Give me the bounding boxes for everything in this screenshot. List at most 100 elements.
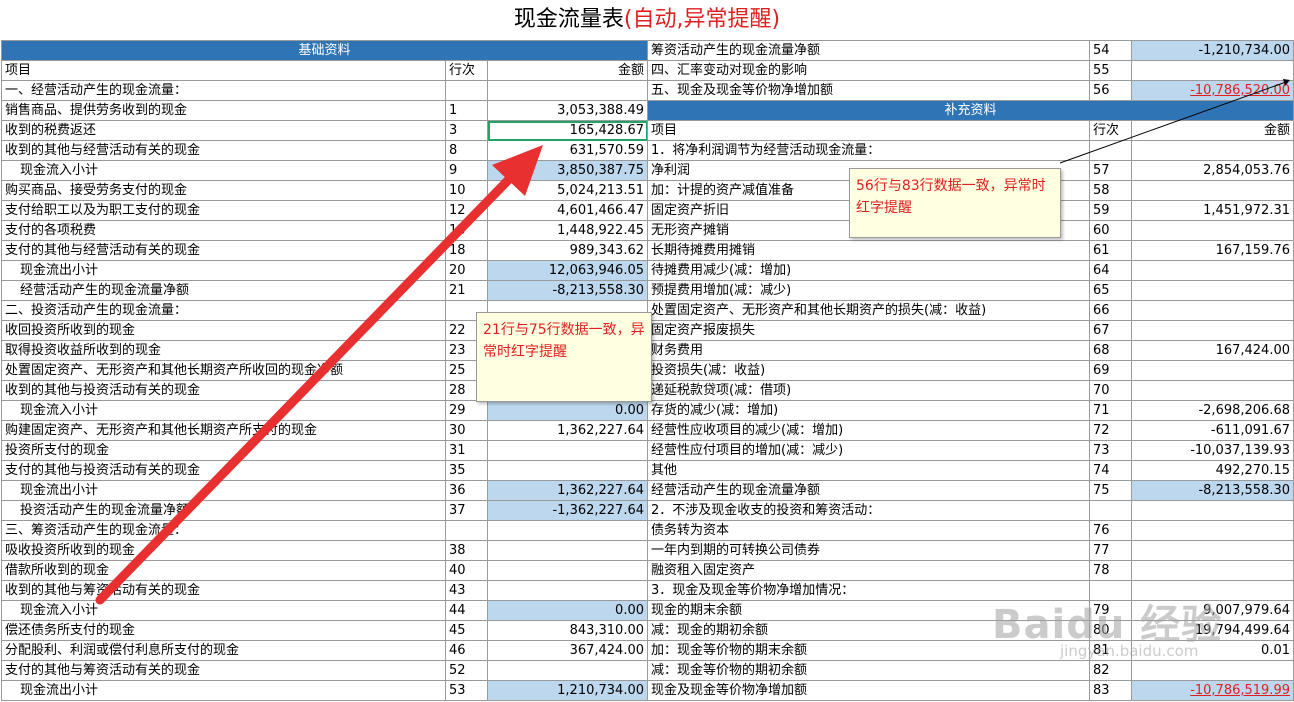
item-cell[interactable]: 经营性应付项目的增加(减：减少) — [647, 440, 1090, 461]
item-cell[interactable]: 经营活动产生的现金流量净额 — [1, 280, 446, 301]
row-number-cell[interactable]: 61 — [1089, 240, 1132, 261]
amount-cell[interactable] — [1131, 380, 1294, 401]
item-cell[interactable]: 支付给职工以及为职工支付的现金 — [1, 200, 446, 221]
item-cell[interactable]: 支付的其他与筹资活动有关的现金 — [1, 660, 446, 681]
row-number-cell[interactable]: 74 — [1089, 460, 1132, 481]
amount-cell[interactable] — [487, 460, 648, 481]
item-cell[interactable]: 筹资活动产生的现金流量净额 — [647, 40, 1090, 61]
row-number-cell[interactable]: 73 — [1089, 440, 1132, 461]
amount-cell[interactable] — [487, 520, 648, 541]
amount-cell[interactable]: 2,854,053.76 — [1131, 160, 1294, 181]
item-cell[interactable]: 支付的其他与投资活动有关的现金 — [1, 460, 446, 481]
item-cell[interactable]: 财务费用 — [647, 340, 1090, 361]
amount-cell[interactable] — [1131, 140, 1294, 161]
amount-cell[interactable]: -10,037,139.93 — [1131, 440, 1294, 461]
item-cell[interactable]: 投资损失(减：收益) — [647, 360, 1090, 381]
amount-cell[interactable]: 1,362,227.64 — [487, 420, 648, 441]
row-number-cell[interactable]: 71 — [1089, 400, 1132, 421]
row-number-cell[interactable]: 10 — [445, 180, 488, 201]
item-cell[interactable]: 取得投资收益所收到的现金 — [1, 340, 446, 361]
amount-cell[interactable]: 165,428.67 — [487, 120, 648, 141]
item-cell[interactable]: 待摊费用减少(减：增加) — [647, 260, 1090, 281]
item-cell[interactable]: 投资活动产生的现金流量净额 — [1, 500, 446, 521]
amount-cell[interactable] — [1131, 320, 1294, 341]
row-number-cell[interactable]: 40 — [445, 560, 488, 581]
amount-cell[interactable] — [487, 80, 648, 101]
amount-cell[interactable]: 1,210,734.00 — [487, 680, 648, 701]
amount-cell[interactable] — [1131, 60, 1294, 81]
amount-cell[interactable]: 167,159.76 — [1131, 240, 1294, 261]
amount-cell[interactable]: -1,210,734.00 — [1131, 40, 1294, 61]
row-number-cell[interactable]: 8 — [445, 140, 488, 161]
item-cell[interactable]: 现金流出小计 — [1, 680, 446, 701]
row-number-cell[interactable]: 36 — [445, 480, 488, 501]
row-number-cell[interactable]: 18 — [445, 240, 488, 261]
item-cell[interactable]: 收到的其他与筹资活动有关的现金 — [1, 580, 446, 601]
item-cell[interactable]: 收到的其他与投资活动有关的现金 — [1, 380, 446, 401]
amount-cell[interactable] — [487, 540, 648, 561]
item-cell[interactable]: 支付的各项税费 — [1, 220, 446, 241]
amount-cell[interactable]: 367,424.00 — [487, 640, 648, 661]
amount-cell[interactable] — [1131, 260, 1294, 281]
row-number-cell[interactable]: 12 — [445, 200, 488, 221]
item-cell[interactable]: 一、经营活动产生的现金流量： — [1, 80, 446, 101]
amount-cell[interactable] — [487, 580, 648, 601]
item-cell[interactable]: 收到的其他与经营活动有关的现金 — [1, 140, 446, 161]
row-number-cell[interactable]: 83 — [1089, 680, 1132, 701]
row-number-cell[interactable] — [1089, 500, 1132, 521]
item-cell[interactable]: 现金流入小计 — [1, 600, 446, 621]
row-number-cell[interactable]: 43 — [445, 580, 488, 601]
item-cell[interactable]: 债务转为资本 — [647, 520, 1090, 541]
row-number-cell[interactable]: 9 — [445, 160, 488, 181]
comment-note-56-83[interactable]: 56行与83行数据一致，异常时红字提醒 — [849, 168, 1061, 238]
row-number-cell[interactable]: 64 — [1089, 260, 1132, 281]
amount-cell[interactable]: 167,424.00 — [1131, 340, 1294, 361]
row-number-cell[interactable]: 68 — [1089, 340, 1132, 361]
row-number-cell[interactable]: 20 — [445, 260, 488, 281]
item-cell[interactable]: 2．不涉及现金收支的投资和筹资活动： — [647, 500, 1090, 521]
item-cell[interactable]: 五、现金及现金等价物净增加额 — [647, 80, 1090, 101]
row-number-cell[interactable]: 65 — [1089, 280, 1132, 301]
item-cell[interactable]: 偿还债务所支付的现金 — [1, 620, 446, 641]
amount-cell[interactable] — [1131, 500, 1294, 521]
row-number-cell[interactable]: 21 — [445, 280, 488, 301]
item-cell[interactable]: 固定资产报废损失 — [647, 320, 1090, 341]
item-cell[interactable]: 销售商品、提供劳务收到的现金 — [1, 100, 446, 121]
amount-cell[interactable]: 1,362,227.64 — [487, 480, 648, 501]
item-cell[interactable]: 投资所支付的现金 — [1, 440, 446, 461]
row-number-cell[interactable]: 70 — [1089, 380, 1132, 401]
amount-cell[interactable] — [1131, 220, 1294, 241]
amount-cell[interactable]: 0.00 — [487, 600, 648, 621]
row-number-cell[interactable]: 46 — [445, 640, 488, 661]
row-number-cell[interactable] — [445, 520, 488, 541]
item-cell[interactable]: 减：现金等价物的期初余额 — [647, 660, 1090, 681]
row-number-cell[interactable]: 55 — [1089, 60, 1132, 81]
row-number-cell[interactable]: 31 — [445, 440, 488, 461]
amount-cell[interactable]: -8,213,558.30 — [487, 280, 648, 301]
row-number-cell[interactable]: 44 — [445, 600, 488, 621]
item-cell[interactable]: 购建固定资产、无形资产和其他长期资产所支付的现金 — [1, 420, 446, 441]
row-number-cell[interactable]: 35 — [445, 460, 488, 481]
amount-cell[interactable]: 3,850,387.75 — [487, 160, 648, 181]
row-number-cell[interactable]: 77 — [1089, 540, 1132, 561]
amount-cell[interactable] — [1131, 660, 1294, 681]
amount-cell[interactable] — [1131, 280, 1294, 301]
item-cell[interactable]: 长期待摊费用摊销 — [647, 240, 1090, 261]
row-number-cell[interactable]: 56 — [1089, 80, 1132, 101]
amount-cell[interactable]: 3,053,388.49 — [487, 100, 648, 121]
row-number-cell[interactable]: 45 — [445, 620, 488, 641]
amount-cell[interactable] — [1131, 360, 1294, 381]
amount-cell[interactable]: 5,024,213.51 — [487, 180, 648, 201]
amount-cell[interactable]: -10,786,519.99 — [1131, 680, 1294, 701]
row-number-cell[interactable]: 69 — [1089, 360, 1132, 381]
row-number-cell[interactable]: 60 — [1089, 220, 1132, 241]
amount-cell[interactable] — [487, 660, 648, 681]
amount-cell[interactable]: 1,448,922.45 — [487, 220, 648, 241]
item-cell[interactable]: 存货的减少(减：增加) — [647, 400, 1090, 421]
item-cell[interactable]: 现金流入小计 — [1, 400, 446, 421]
item-cell[interactable]: 现金及现金等价物净增加额 — [647, 680, 1090, 701]
row-number-cell[interactable]: 75 — [1089, 480, 1132, 501]
row-number-cell[interactable]: 1 — [445, 100, 488, 121]
amount-cell[interactable] — [487, 560, 648, 581]
item-cell[interactable]: 处置固定资产、无形资产和其他长期资产的损失(减：收益) — [647, 300, 1090, 321]
